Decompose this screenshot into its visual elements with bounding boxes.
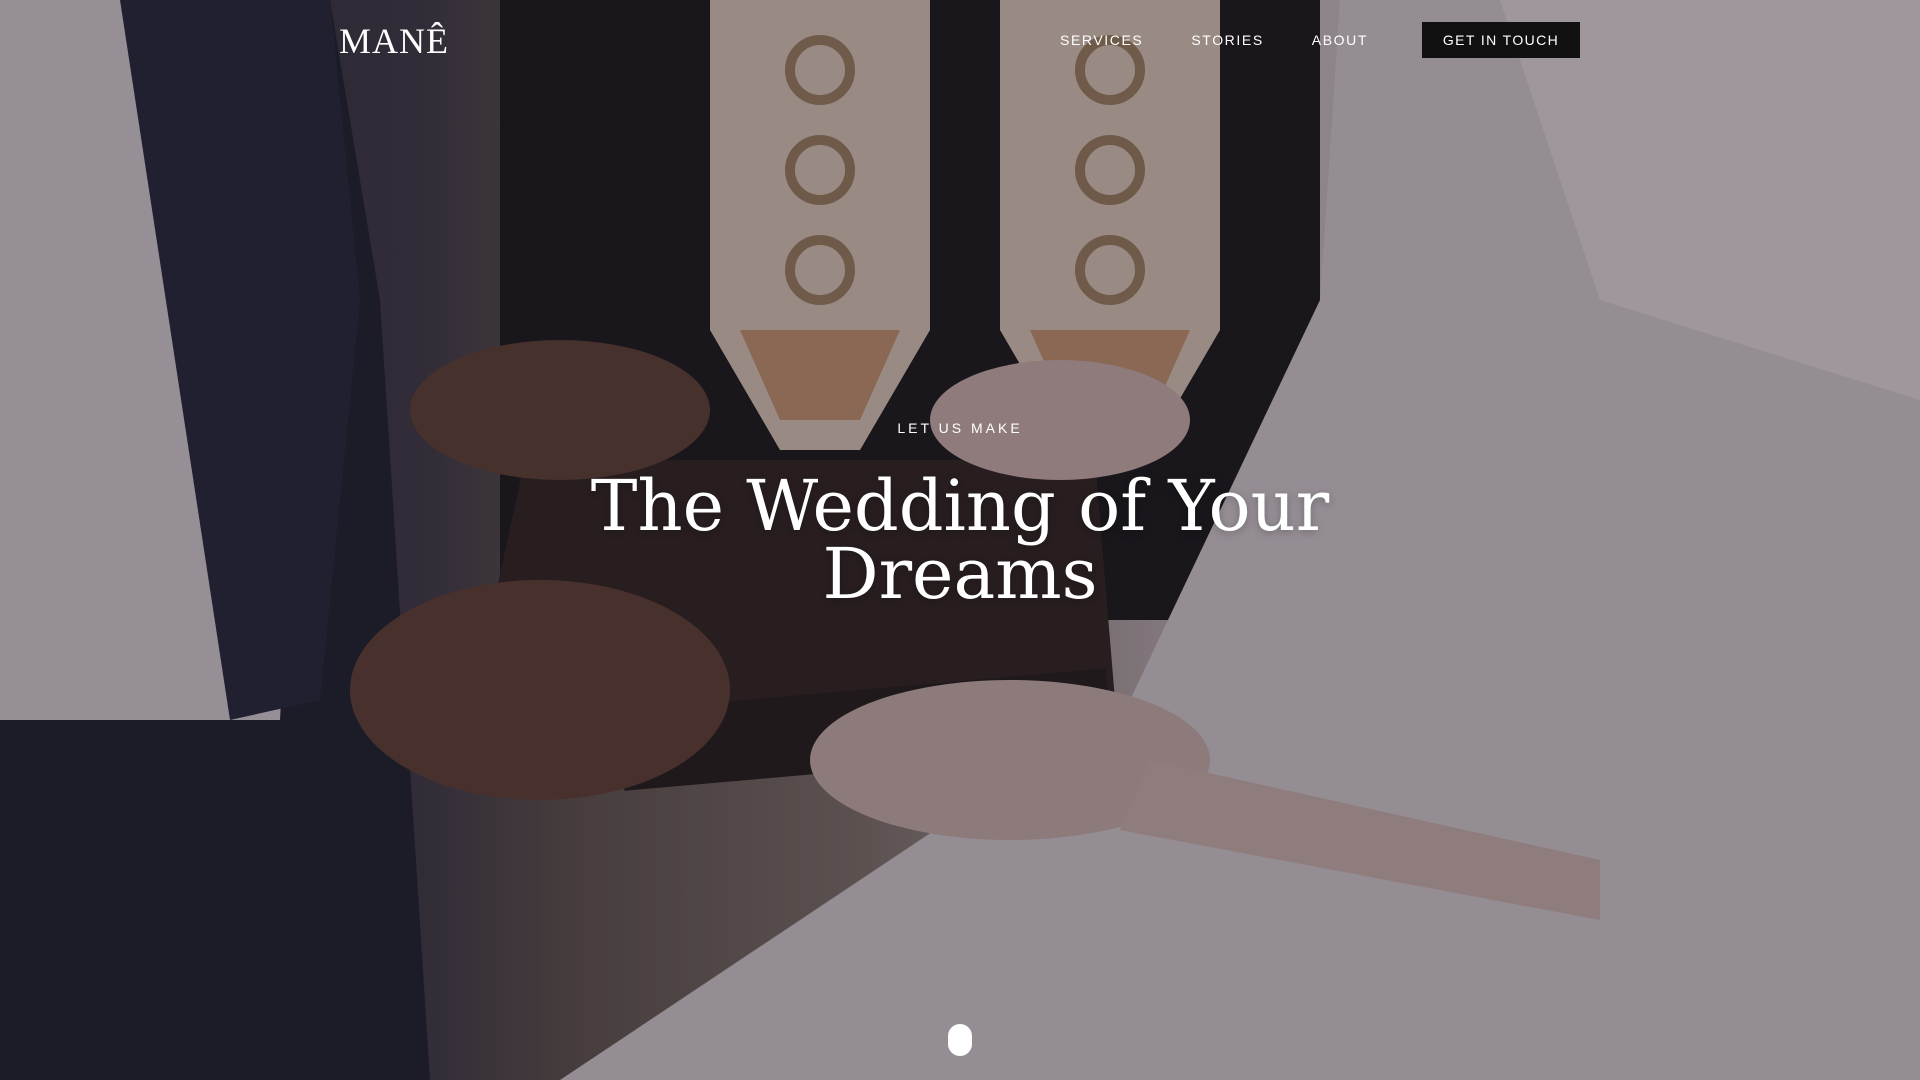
site-logo[interactable]: MANÊ bbox=[339, 20, 449, 62]
scroll-indicator-icon[interactable] bbox=[948, 1024, 972, 1056]
hero-headline: The Wedding of Your Dreams bbox=[560, 471, 1360, 609]
nav-link-stories[interactable]: STORIES bbox=[1191, 32, 1263, 48]
hero-section: LET US MAKE The Wedding of Your Dreams bbox=[560, 420, 1360, 609]
nav-link-services[interactable]: SERVICES bbox=[1060, 32, 1143, 48]
hero-headline-line-2: Dreams bbox=[822, 533, 1098, 615]
nav-link-about[interactable]: ABOUT bbox=[1312, 32, 1368, 48]
hero-eyebrow: LET US MAKE bbox=[897, 420, 1023, 436]
get-in-touch-button[interactable]: GET IN TOUCH bbox=[1422, 22, 1580, 58]
site-header: MANÊ SERVICES STORIES ABOUT GET IN TOUCH bbox=[0, 0, 1920, 82]
main-nav: SERVICES STORIES ABOUT bbox=[1060, 22, 1416, 58]
